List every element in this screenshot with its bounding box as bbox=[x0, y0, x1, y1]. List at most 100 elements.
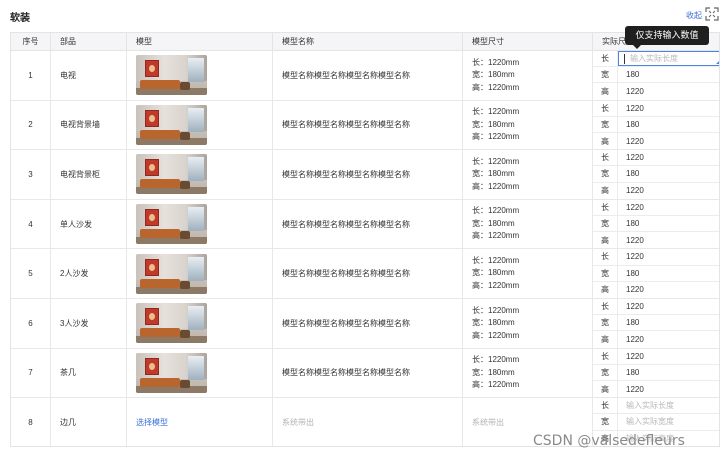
actual-length-input[interactable]: 1220 bbox=[618, 349, 719, 364]
model-thumbnail-cell bbox=[127, 100, 273, 150]
actual-height-input[interactable]: 1220 bbox=[618, 133, 719, 149]
dim-label-length: 长 bbox=[593, 199, 618, 215]
actual-length-input[interactable]: 输入实际长度 bbox=[618, 398, 719, 413]
size-height: 高：1220mm bbox=[472, 82, 520, 92]
actual-length-input[interactable]: 输入实际长度 bbox=[618, 51, 719, 67]
actual-length-input[interactable]: 1220 bbox=[618, 150, 719, 165]
dim-label-width: 宽 bbox=[593, 116, 618, 132]
actual-length-input[interactable]: 1220 bbox=[618, 299, 719, 314]
model-thumbnail-cell bbox=[127, 299, 273, 348]
actual-height-input[interactable]: 1220 bbox=[618, 83, 719, 99]
dim-label-width: 宽 bbox=[593, 166, 618, 182]
actual-width-input[interactable]: 180 bbox=[618, 315, 719, 330]
model-thumbnail[interactable] bbox=[136, 204, 207, 245]
part-name: 3人沙发 bbox=[51, 299, 127, 348]
model-size: 长：1220mm 宽：180mm 高：1220mm bbox=[463, 100, 593, 150]
actual-width-input[interactable]: 180 bbox=[618, 166, 719, 181]
table-row: 7 茶几 模型名称模型名称模型名称模型名称 长：1220mm 宽：180mm 高… bbox=[11, 348, 719, 399]
size-height: 高：1220mm bbox=[472, 231, 520, 241]
dim-label-height: 高 bbox=[593, 133, 618, 150]
column-header-index: 序号 bbox=[11, 33, 51, 51]
model-thumbnail[interactable] bbox=[136, 253, 207, 294]
actual-size-cell: 长 1220 宽 180 高 1220 bbox=[593, 199, 719, 249]
dim-label-width: 宽 bbox=[593, 414, 618, 430]
actual-length-input[interactable]: 1220 bbox=[618, 200, 719, 215]
model-thumbnail[interactable] bbox=[136, 303, 207, 344]
actual-width-input[interactable]: 输入实际宽度 bbox=[618, 414, 719, 429]
table-row: 1 电视 模型名称模型名称模型名称模型名称 长：1220mm 宽：180mm 高… bbox=[11, 51, 719, 101]
part-name: 2人沙发 bbox=[51, 249, 127, 298]
actual-width-input[interactable]: 180 bbox=[618, 117, 719, 132]
actual-height-input[interactable]: 1220 bbox=[618, 331, 719, 347]
model-thumbnail[interactable] bbox=[136, 154, 207, 195]
model-name-placeholder: 系统带出 bbox=[273, 398, 463, 446]
model-size: 长：1220mm 宽：180mm 高：1220mm bbox=[463, 199, 593, 249]
dim-label-length: 长 bbox=[593, 398, 618, 414]
dim-label-height: 高 bbox=[593, 83, 618, 100]
row-index: 8 bbox=[11, 398, 51, 446]
actual-length-input[interactable]: 1220 bbox=[618, 101, 719, 116]
model-name: 模型名称模型名称模型名称模型名称 bbox=[273, 299, 463, 348]
part-name: 单人沙发 bbox=[51, 199, 127, 249]
tooltip: 仅支持输入数值 bbox=[625, 26, 709, 49]
actual-width-input[interactable]: 180 bbox=[618, 67, 719, 82]
dim-label-height: 高 bbox=[593, 232, 618, 249]
model-thumbnail[interactable] bbox=[136, 104, 207, 145]
actual-width-input[interactable]: 180 bbox=[618, 266, 719, 281]
size-width: 宽：180mm bbox=[472, 169, 515, 179]
model-name: 模型名称模型名称模型名称模型名称 bbox=[273, 249, 463, 298]
collapse-link[interactable]: 收起 bbox=[686, 10, 702, 21]
row-index: 6 bbox=[11, 299, 51, 348]
table-header: 序号 部品 模型 模型名称 模型尺寸 实际尺寸 bbox=[11, 33, 719, 51]
size-width: 宽：180mm bbox=[472, 318, 515, 328]
length-placeholder: 输入实际长度 bbox=[630, 54, 678, 64]
dim-label-width: 宽 bbox=[593, 265, 618, 281]
column-header-model-name: 模型名称 bbox=[273, 33, 463, 51]
table-row: 5 2人沙发 模型名称模型名称模型名称模型名称 长：1220mm 宽：180mm… bbox=[11, 249, 719, 299]
actual-size-cell: 长 1220 宽 180 高 1220 bbox=[593, 299, 719, 348]
actual-size-cell: 长 输入实际长度宽 180 高 1220 bbox=[593, 51, 719, 100]
actual-height-input[interactable]: 1220 bbox=[618, 282, 719, 298]
part-name: 电视背景墙 bbox=[51, 100, 127, 150]
column-header-model: 模型 bbox=[127, 33, 273, 51]
soft-furnishing-table: 序号 部品 模型 模型名称 模型尺寸 实际尺寸 1 电视 模型名称模型名称模型名… bbox=[10, 32, 720, 447]
part-name: 边几 bbox=[51, 398, 127, 446]
column-header-model-size: 模型尺寸 bbox=[463, 33, 593, 51]
model-thumbnail[interactable] bbox=[136, 352, 207, 393]
dim-label-length: 长 bbox=[593, 299, 618, 315]
actual-height-input[interactable]: 1220 bbox=[618, 183, 719, 199]
size-length: 长：1220mm bbox=[472, 156, 520, 166]
size-length: 长：1220mm bbox=[472, 206, 520, 216]
model-thumbnail[interactable] bbox=[136, 55, 207, 96]
size-width: 宽：180mm bbox=[472, 268, 515, 278]
expand-icon[interactable] bbox=[705, 7, 719, 21]
actual-length-input[interactable]: 1220 bbox=[618, 249, 719, 264]
actual-width-input[interactable]: 180 bbox=[618, 365, 719, 380]
model-size: 长：1220mm 宽：180mm 高：1220mm bbox=[463, 51, 593, 100]
actual-height-input[interactable]: 1220 bbox=[618, 232, 719, 248]
size-width: 宽：180mm bbox=[472, 70, 515, 80]
dim-label-length: 长 bbox=[593, 51, 618, 67]
model-name: 模型名称模型名称模型名称模型名称 bbox=[273, 51, 463, 100]
dim-label-width: 宽 bbox=[593, 364, 618, 380]
model-thumbnail-cell bbox=[127, 51, 273, 100]
dim-label-length: 长 bbox=[593, 100, 618, 116]
dim-label-width: 宽 bbox=[593, 216, 618, 232]
actual-height-input[interactable]: 1220 bbox=[618, 381, 719, 397]
choose-model-link[interactable]: 选择模型 bbox=[127, 398, 273, 446]
dim-label-height: 高 bbox=[593, 331, 618, 348]
part-name: 电视背景柜 bbox=[51, 150, 127, 199]
table-row: 4 单人沙发 模型名称模型名称模型名称模型名称 长：1220mm 宽：180mm… bbox=[11, 199, 719, 250]
actual-size-cell: 长 1220 宽 180 高 1220 bbox=[593, 150, 719, 199]
model-thumbnail-cell bbox=[127, 150, 273, 199]
model-size: 长：1220mm 宽：180mm 高：1220mm bbox=[463, 249, 593, 298]
dim-label-width: 宽 bbox=[593, 315, 618, 331]
dim-label-length: 长 bbox=[593, 348, 618, 364]
row-index: 5 bbox=[11, 249, 51, 298]
size-height: 高：1220mm bbox=[472, 380, 520, 390]
model-name: 模型名称模型名称模型名称模型名称 bbox=[273, 199, 463, 249]
table-row: 3 电视背景柜 模型名称模型名称模型名称模型名称 长：1220mm 宽：180m… bbox=[11, 150, 719, 200]
size-length: 长：1220mm bbox=[472, 305, 520, 315]
model-size: 长：1220mm 宽：180mm 高：1220mm bbox=[463, 299, 593, 348]
actual-width-input[interactable]: 180 bbox=[618, 216, 719, 231]
